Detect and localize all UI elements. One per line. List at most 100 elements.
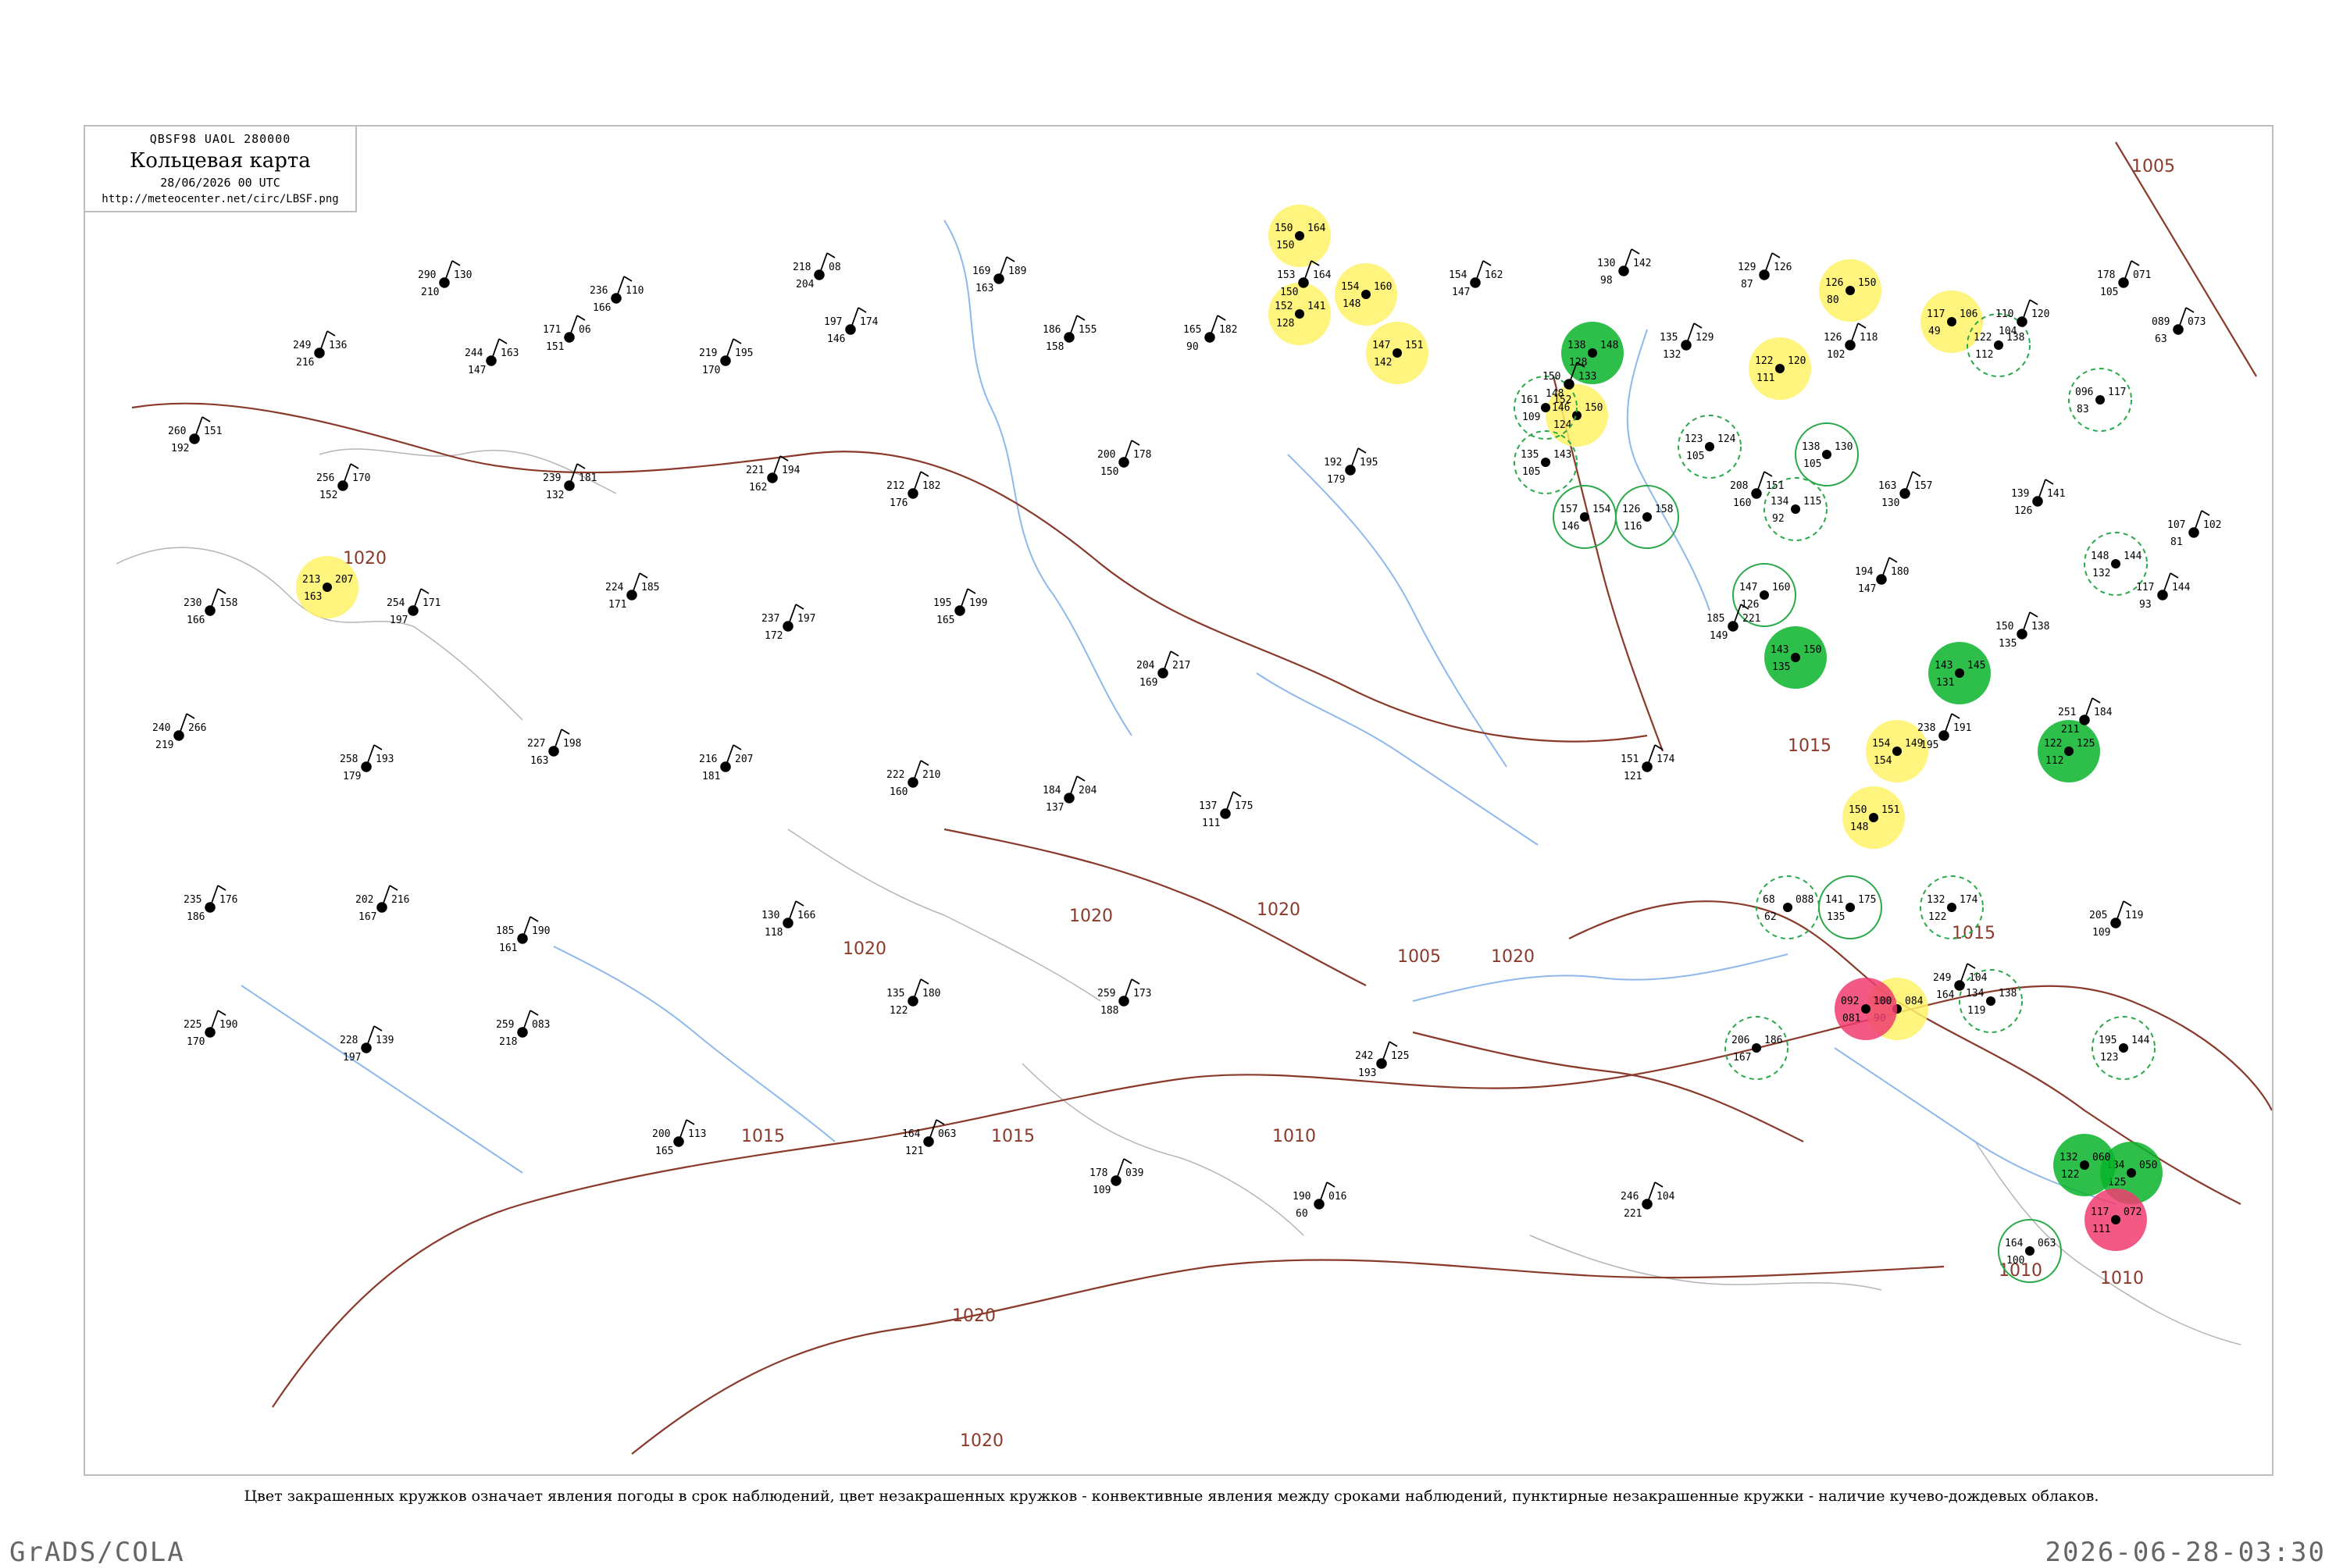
station-plot[interactable]: 235 186 176	[184, 885, 237, 923]
convective-ring[interactable]: 138 105 130	[1795, 422, 1859, 486]
convective-ring[interactable]: 195 123 144	[2092, 1016, 2156, 1080]
station-plot[interactable]: 200 150 178	[1097, 440, 1151, 478]
station-plot[interactable]: 107 81 102	[2167, 510, 2221, 548]
highlight-red[interactable]: 092 081 100	[1835, 978, 1897, 1040]
station-plot[interactable]: 259 218 083	[496, 1010, 550, 1048]
station-dewpoint: 204	[796, 279, 815, 290]
station-plot[interactable]: 169 163 189	[972, 256, 1026, 294]
station-plot[interactable]: 225 170 190	[184, 1010, 237, 1048]
map-url[interactable]: http://meteocenter.net/circ/LBSF.png	[85, 193, 355, 205]
station-dewpoint: 121	[1624, 771, 1642, 782]
station-plot[interactable]: 178 105 071	[2097, 260, 2151, 298]
station-plot[interactable]: 154 147 162	[1449, 260, 1503, 298]
highlight-red[interactable]: 117 111 072	[2084, 1188, 2147, 1251]
station-plot[interactable]: 230 166 158	[184, 588, 237, 626]
station-plot[interactable]: 256 152 170	[316, 463, 370, 501]
station-circle	[1846, 903, 1855, 912]
station-plot[interactable]: 202 167 216	[355, 885, 409, 923]
station-plot[interactable]: 194 147 180	[1855, 557, 1909, 595]
highlight-yellow[interactable]: 147 142 151	[1366, 322, 1428, 384]
station-pressure: 104	[1969, 972, 1988, 984]
station-plot[interactable]: 164 121 063	[902, 1119, 956, 1157]
station-plot[interactable]: 195 165 199	[933, 588, 987, 626]
station-plot[interactable]: 135 122 180	[886, 978, 940, 1017]
highlight-yellow[interactable]: 126 80 150	[1819, 259, 1881, 322]
station-plot[interactable]: 236 166 110	[590, 276, 644, 314]
station-plot[interactable]: 224 171 185	[605, 572, 659, 611]
station-plot[interactable]: 259 188 173	[1097, 978, 1151, 1017]
station-plot[interactable]: 178 109 039	[1089, 1158, 1143, 1196]
station-plot[interactable]: 227 163 198	[527, 729, 581, 767]
station-temperature: 204	[1136, 660, 1155, 672]
highlight-yellow[interactable]: 150 148 151	[1842, 786, 1905, 849]
station-plot[interactable]: 244 147 163	[465, 338, 519, 376]
station-plot[interactable]: 089 63 073	[2152, 307, 2206, 345]
convective-ring[interactable]: 68 62 088	[1756, 875, 1820, 939]
station-plot[interactable]: 216 181 207	[699, 744, 753, 782]
highlight-green[interactable]: 143 135 150	[1764, 626, 1827, 689]
station-plot[interactable]: 186 158 155	[1043, 315, 1097, 353]
convective-ring[interactable]: 141 135 175	[1818, 875, 1882, 939]
station-plot[interactable]: 222 160 210	[886, 760, 940, 798]
station-plot[interactable]: 165 90 182	[1183, 315, 1237, 353]
station-plot[interactable]: 185 161 190	[496, 916, 550, 954]
station-plot[interactable]: 218 204 08	[793, 252, 841, 290]
highlight-green[interactable]: 132 122 060	[2053, 1134, 2116, 1196]
station-plot[interactable]: 197 146 174	[824, 307, 879, 345]
station-temperature: 157	[1560, 504, 1578, 515]
station-plot[interactable]: 246 221 104	[1621, 1181, 1675, 1220]
station-plot[interactable]: 240 219 266	[152, 713, 206, 751]
station-plot[interactable]: 139 126 141	[2011, 479, 2065, 517]
station-dewpoint: 218	[499, 1036, 517, 1048]
station-plot[interactable]: 200 165 113	[652, 1119, 706, 1157]
wind-barb-feather	[1771, 252, 1781, 258]
convective-ring[interactable]: 206 167 186	[1724, 1016, 1788, 1080]
station-dewpoint: 163	[530, 755, 548, 767]
station-plot[interactable]: 137 111 175	[1199, 791, 1253, 829]
station-plot[interactable]: 150 135 138	[1995, 611, 2049, 650]
station-plot[interactable]: 204 169 217	[1136, 650, 1190, 689]
station-plot[interactable]: 192 179 195	[1324, 447, 1378, 486]
station-plot[interactable]: 171 151 06	[543, 315, 591, 353]
station-plot[interactable]: 129 87 126	[1738, 252, 1792, 290]
station-plot[interactable]: 135 132 129	[1660, 323, 1714, 361]
station-plot[interactable]: 290 210 130	[418, 260, 472, 298]
station-plot[interactable]: 260 192 151	[168, 416, 222, 454]
station-plot[interactable]: 221 162 194	[746, 455, 801, 494]
station-pressure: 110	[626, 285, 644, 297]
station-plot[interactable]: 126 102 118	[1824, 323, 1878, 361]
highlight-yellow[interactable]: 117 49 106	[1920, 290, 1983, 353]
station-plot[interactable]: 130 118 166	[761, 900, 815, 939]
station-plot[interactable]: 190 60 016	[1293, 1181, 1346, 1220]
highlight-yellow[interactable]: 213 163 207	[296, 556, 358, 618]
station-dewpoint: 111	[2092, 1224, 2110, 1235]
highlight-yellow[interactable]: 122 111 120	[1749, 337, 1811, 400]
station-dewpoint: 149	[1710, 630, 1728, 642]
station-dewpoint: 132	[546, 490, 564, 501]
station-plot[interactable]: 238 195 191	[1917, 713, 1971, 751]
station-plot[interactable]: 117 93 144	[2136, 572, 2191, 611]
station-pressure: 158	[1655, 504, 1673, 515]
station-plot[interactable]: 237 172 197	[761, 604, 815, 642]
highlight-green[interactable]: 143 131 145	[1928, 642, 1991, 704]
station-plot[interactable]: 205 109 119	[2089, 900, 2143, 939]
station-plot[interactable]: 163 130 157	[1878, 471, 1932, 509]
station-plot[interactable]: 249 216 136	[293, 330, 347, 369]
station-plot[interactable]: 130 98 142	[1597, 248, 1651, 287]
station-plot[interactable]: 151 121 174	[1621, 744, 1675, 782]
station-plot[interactable]: 228 197 139	[340, 1025, 394, 1064]
station-plot[interactable]: 212 176 182	[886, 471, 940, 509]
station-plot[interactable]: 219 170 195	[699, 338, 753, 376]
convective-ring[interactable]: 126 116 158	[1615, 485, 1679, 549]
station-plot[interactable]: 242 193 125	[1355, 1041, 1409, 1079]
convective-ring[interactable]: 157 146 154	[1553, 485, 1617, 549]
highlight-yellow[interactable]: 150 150 164	[1268, 205, 1331, 267]
convective-ring[interactable]: 096 83 117	[2068, 368, 2132, 432]
station-plot[interactable]: 184 137 204	[1043, 775, 1097, 814]
station-plot[interactable]: 254 197 171	[387, 588, 440, 626]
convective-ring[interactable]: 123 105 124	[1678, 415, 1742, 479]
station-pressure: 189	[1008, 265, 1026, 277]
highlight-yellow[interactable]: 154 148 160	[1335, 263, 1397, 326]
highlight-yellow[interactable]: 152 128 141	[1268, 283, 1331, 345]
station-plot[interactable]: 258 179 193	[340, 744, 394, 782]
